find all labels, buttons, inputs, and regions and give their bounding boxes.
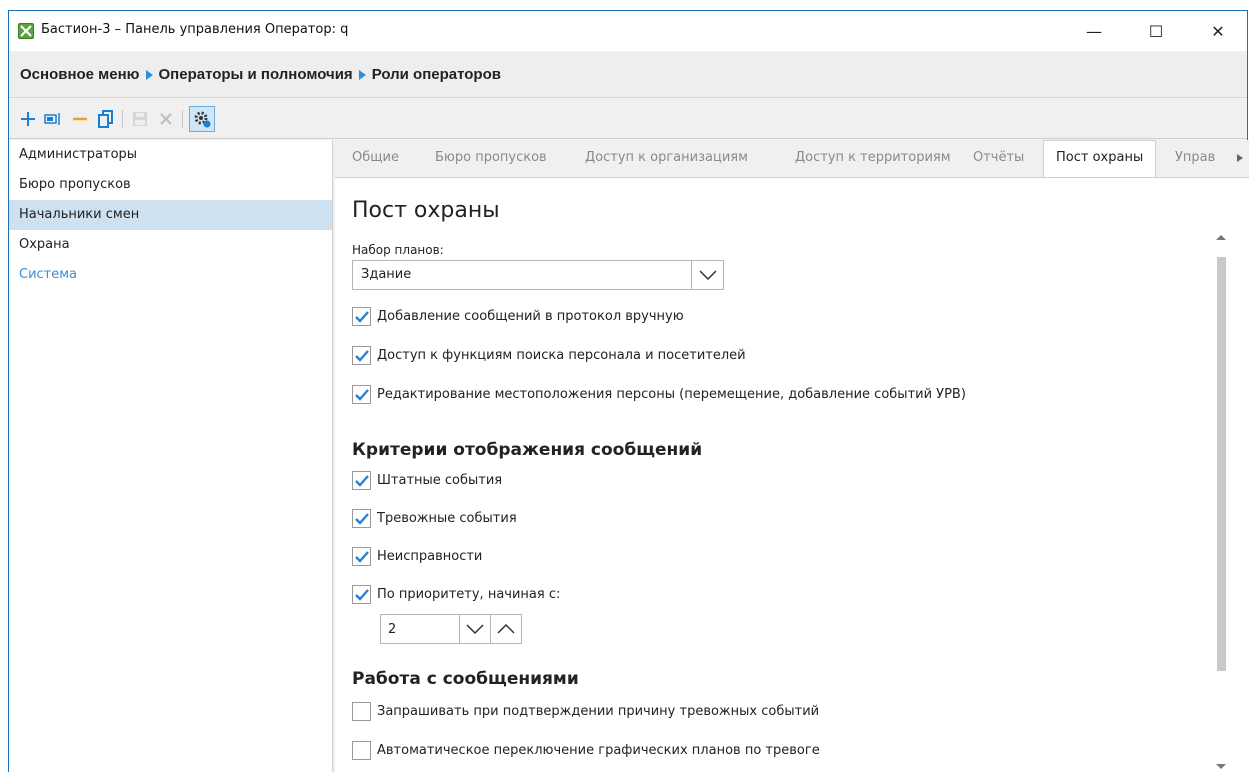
role-item-shift-chiefs[interactable]: Начальники смен: [9, 200, 332, 230]
scroll-up-icon[interactable]: [1216, 235, 1226, 240]
role-item-pass-office[interactable]: Бюро пропусков: [9, 170, 332, 200]
tab-organization-access[interactable]: Доступ к организациям: [585, 150, 748, 165]
priority-checkbox[interactable]: По приоритету, начиная с:: [352, 585, 560, 604]
criteria-section-title: Критерии отображения сообщений: [352, 440, 703, 460]
toolbar-separator: [122, 110, 123, 128]
roles-list: Администраторы Бюро пропусков Начальники…: [9, 140, 333, 772]
tab-management[interactable]: Управ: [1175, 150, 1215, 165]
toolbar: [9, 99, 1247, 139]
manual-protocol-checkbox[interactable]: Добавление сообщений в протокол вручную: [352, 307, 684, 326]
copy-icon[interactable]: [95, 108, 117, 130]
role-settings-panel: Общие Бюро пропусков Доступ к организаци…: [335, 140, 1249, 772]
checkbox-checked-icon[interactable]: [352, 307, 371, 326]
tab-reports[interactable]: Отчёты: [973, 150, 1024, 165]
title-bar: Бастион-3 – Панель управления Оператор: …: [9, 11, 1247, 51]
regular-events-checkbox[interactable]: Штатные события: [352, 471, 502, 490]
application-window: Бастион-3 – Панель управления Оператор: …: [8, 10, 1249, 772]
checkbox-checked-icon[interactable]: [352, 509, 371, 528]
priority-value: 2: [388, 622, 397, 637]
chevron-right-icon: [358, 69, 366, 80]
auto-plan-switch-checkbox[interactable]: Автоматическое переключение графических …: [352, 741, 820, 760]
settings-icon[interactable]: [189, 106, 215, 132]
scroll-thumb[interactable]: [1217, 257, 1226, 671]
maximize-button[interactable]: ☐: [1133, 11, 1179, 51]
checkbox-checked-icon[interactable]: [352, 385, 371, 404]
checkbox-unchecked-icon[interactable]: [352, 702, 371, 721]
checkbox-unchecked-icon[interactable]: [352, 741, 371, 760]
plan-set-dropdown[interactable]: Здание: [352, 260, 724, 290]
chevron-right-icon: [145, 69, 153, 80]
plan-set-label: Набор планов:: [352, 243, 444, 257]
priority-stepper[interactable]: 2: [380, 614, 522, 644]
tab-strip: Общие Бюро пропусков Доступ к организаци…: [335, 140, 1249, 178]
checkbox-checked-icon[interactable]: [352, 585, 371, 604]
checkbox-checked-icon[interactable]: [352, 547, 371, 566]
rename-icon[interactable]: [43, 108, 65, 130]
window-title: Бастион-3 – Панель управления Оператор: …: [41, 22, 349, 37]
cancel-icon[interactable]: [155, 108, 177, 130]
breadcrumb-roles: Роли операторов: [371, 66, 501, 83]
tab-security-post[interactable]: Пост охраны: [1043, 140, 1157, 178]
tab-territory-access[interactable]: Доступ к территориям: [795, 150, 951, 165]
role-item-administrators[interactable]: Администраторы: [9, 140, 332, 170]
tab-scroll-right-icon[interactable]: [1237, 154, 1243, 162]
chevron-down-icon[interactable]: [691, 261, 723, 289]
location-edit-checkbox[interactable]: Редактирование местоположения персоны (п…: [352, 385, 966, 404]
tab-general[interactable]: Общие: [352, 150, 399, 165]
tab-pass-office[interactable]: Бюро пропусков: [435, 150, 547, 165]
page-title: Пост охраны: [352, 198, 500, 223]
close-button[interactable]: ✕: [1195, 11, 1241, 51]
plan-set-value: Здание: [361, 267, 412, 282]
checkbox-checked-icon[interactable]: [352, 471, 371, 490]
chevron-down-icon[interactable]: [459, 615, 490, 643]
role-item-security[interactable]: Охрана: [9, 230, 332, 260]
vertical-scrollbar[interactable]: [1214, 232, 1228, 772]
malfunctions-checkbox[interactable]: Неисправности: [352, 547, 482, 566]
breadcrumb-operators[interactable]: Операторы и полномочия: [159, 66, 353, 83]
alarm-events-checkbox[interactable]: Тревожные события: [352, 509, 517, 528]
app-icon: [18, 23, 34, 39]
remove-icon[interactable]: [69, 108, 91, 130]
checkbox-checked-icon[interactable]: [352, 346, 371, 365]
breadcrumb-main-menu[interactable]: Основное меню: [20, 66, 140, 83]
chevron-up-icon[interactable]: [490, 615, 521, 643]
add-icon[interactable]: [17, 108, 39, 130]
security-post-content: Пост охраны Набор планов: Здание Добавле…: [335, 177, 1249, 772]
breadcrumb: Основное меню Операторы и полномочия Рол…: [20, 66, 501, 83]
toolbar-separator: [182, 110, 183, 128]
scroll-down-icon[interactable]: [1216, 764, 1226, 769]
role-item-system[interactable]: Система: [9, 260, 332, 290]
minimize-button[interactable]: —: [1071, 11, 1117, 51]
messages-section-title: Работа с сообщениями: [352, 669, 579, 689]
personnel-search-checkbox[interactable]: Доступ к функциям поиска персонала и пос…: [352, 346, 746, 365]
save-icon[interactable]: [129, 108, 151, 130]
breadcrumb-bar: Основное меню Операторы и полномочия Рол…: [9, 51, 1247, 98]
alarm-reason-checkbox[interactable]: Запрашивать при подтверждении причину тр…: [352, 702, 819, 721]
